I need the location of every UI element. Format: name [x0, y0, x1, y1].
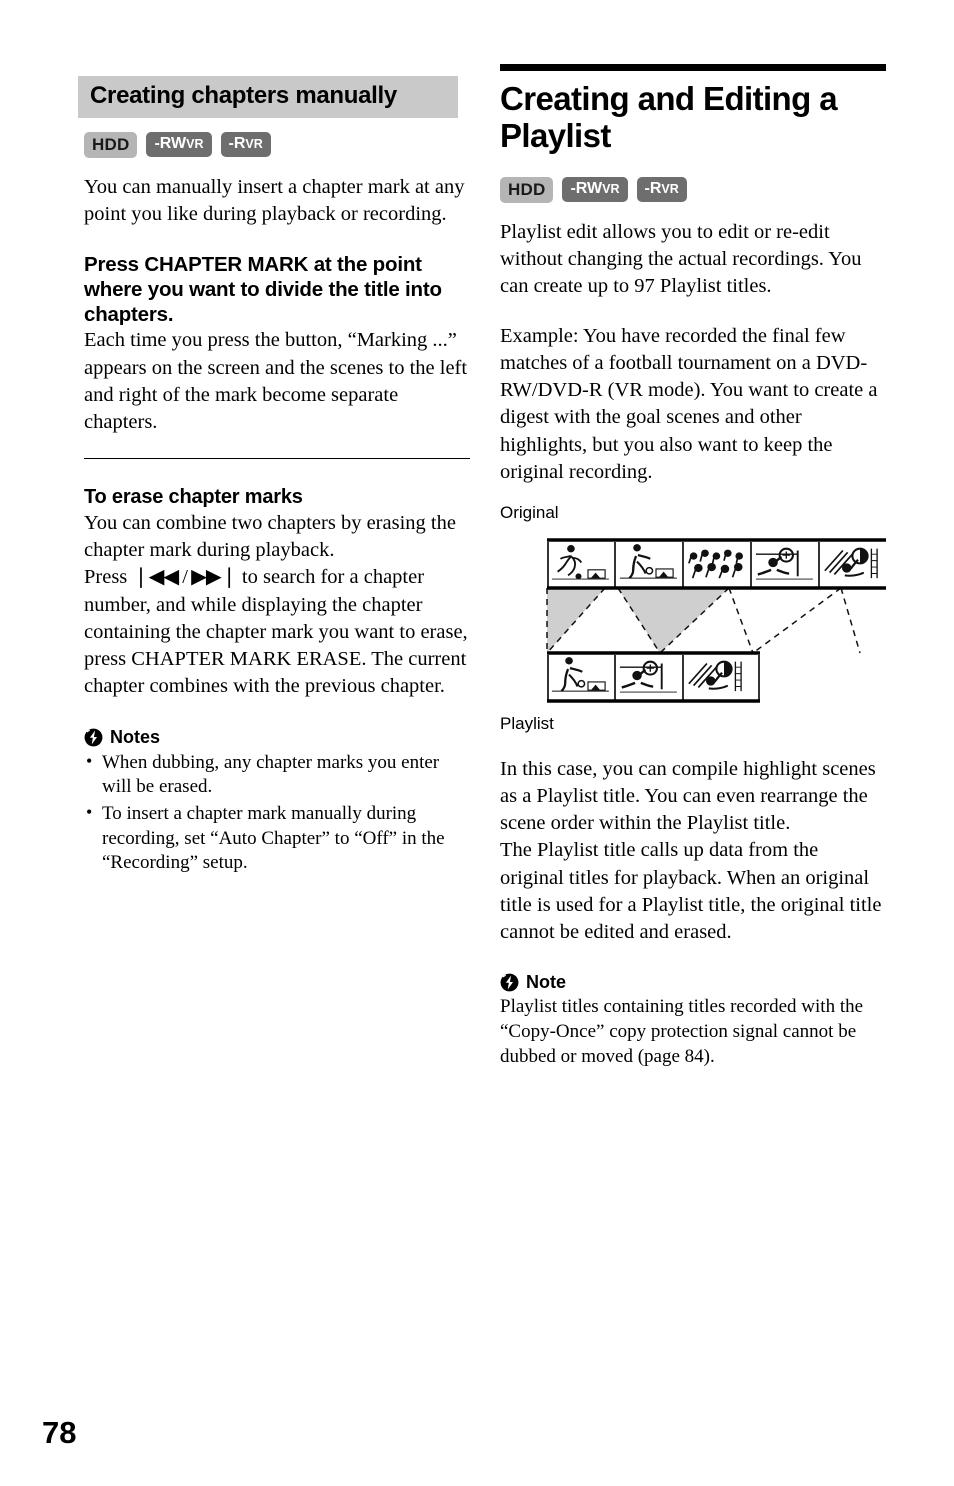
- erase-body-2: Press ❘◀◀ / ▶▶❘ to search for a chapter …: [84, 564, 470, 700]
- warning-bolt-icon: [500, 973, 519, 992]
- notes-header-right: Note: [500, 972, 886, 993]
- manual-page: Creating chapters manually HDD -RW VR -R V…: [0, 0, 954, 1486]
- section-heading: Creating chapters manually: [90, 82, 397, 109]
- note-body: Playlist titles containing titles record…: [500, 996, 864, 1067]
- note-title: Note: [526, 972, 566, 993]
- notes-header-left: Notes: [84, 727, 470, 748]
- warning-bolt-icon: [84, 728, 103, 746]
- badge-rwvr: -RW VR: [562, 177, 628, 203]
- original-filmstrip: [547, 538, 886, 590]
- badge-hdd-label: HDD: [508, 179, 546, 199]
- badge-hdd: HDD: [84, 131, 138, 158]
- step-body: Each time you press the button, “Marking…: [84, 329, 468, 434]
- badge-hdd-label: HDD: [92, 134, 130, 154]
- figure-label-playlist: Playlist: [500, 713, 554, 733]
- badge-rvr-main: -R: [644, 180, 662, 198]
- figure-label-original: Original: [500, 503, 559, 523]
- playlist-example-paragraph: Example: You have recorded the final few…: [500, 324, 878, 483]
- badge-hdd: HDD: [500, 176, 554, 203]
- badge-rwvr-sub: VR: [186, 137, 204, 152]
- badge-rwvr: -RW VR: [146, 132, 212, 158]
- media-badge-row-left: HDD -RW VR -R VR: [84, 131, 470, 158]
- section-divider: [84, 458, 470, 460]
- skip-prev-next-icon: ❘◀◀ / ▶▶❘: [132, 566, 237, 589]
- erase-body-1: You can combine two chapters by erasing …: [84, 511, 456, 562]
- right-column: Creating and Editing a Playlist HDD -RW V…: [500, 64, 886, 1069]
- left-column: Creating chapters manually HDD -RW VR -R V…: [78, 76, 470, 876]
- playlist-figure: Original Playlist: [500, 503, 886, 733]
- connector-shade-2: [618, 587, 729, 653]
- note-item: When dubbing, any chapter marks you ente…: [84, 750, 470, 800]
- badge-rwvr-sub: VR: [602, 182, 620, 197]
- erase-heading: To erase chapter marks: [84, 486, 303, 509]
- original-to-playlist-diagram: [546, 538, 886, 703]
- badge-rvr-sub: VR: [661, 182, 679, 197]
- erase-prefix: Press: [84, 566, 133, 589]
- page-number: 78: [42, 1415, 77, 1450]
- step-heading: Press CHAPTER MARK at the point where yo…: [84, 253, 442, 327]
- badge-rwvr-main: -RW: [570, 180, 603, 198]
- notes-list: When dubbing, any chapter marks you ente…: [84, 750, 470, 876]
- badge-rwvr-main: -RW: [154, 135, 187, 153]
- chapter-top-rule: [500, 64, 886, 71]
- badge-rvr: -R VR: [636, 177, 687, 203]
- media-badge-row-right: HDD -RW VR -R VR: [500, 176, 886, 203]
- badge-rvr-main: -R: [228, 135, 246, 153]
- playlist-para-3: In this case, you can compile highlight …: [500, 757, 876, 835]
- notes-title: Notes: [110, 726, 161, 747]
- badge-rvr: -R VR: [220, 132, 271, 158]
- section-heading-band: Creating chapters manually: [78, 76, 458, 118]
- page-title: Creating and Editing a Playlist: [500, 80, 838, 154]
- playlist-para-4: The Playlist title calls up data from th…: [500, 839, 882, 944]
- badge-rvr-sub: VR: [245, 137, 263, 152]
- intro-paragraph: You can manually insert a chapter mark a…: [84, 175, 465, 226]
- playlist-filmstrip: [547, 651, 760, 703]
- playlist-intro-paragraph: Playlist edit allows you to edit or re-e…: [500, 220, 862, 298]
- note-item: To insert a chapter mark manually during…: [84, 801, 470, 876]
